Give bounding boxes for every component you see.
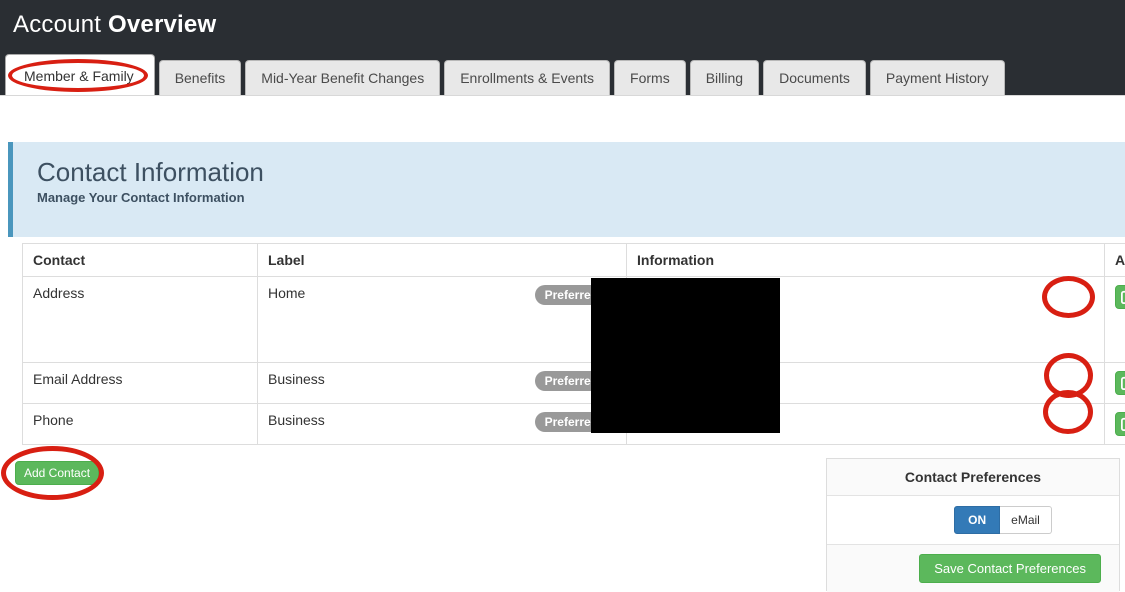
pencil-square-icon [1121, 376, 1125, 390]
table-row-address: Address Home Preferred [23, 277, 1125, 363]
cell-label: Business Preferred [258, 404, 627, 445]
cell-actions [1105, 277, 1125, 363]
account-overview-page: Account Overview Member & Family Benefit… [0, 0, 1125, 592]
contact-preferences-save-row: Save Contact Preferences [827, 545, 1119, 592]
save-contact-preferences-button[interactable]: Save Contact Preferences [919, 554, 1101, 583]
toggle-email-button[interactable]: eMail [1000, 506, 1052, 534]
tab-label: Documents [779, 70, 850, 86]
toggle-on-button[interactable]: ON [954, 506, 1000, 534]
contact-preferences-toggle-row: ON eMail [827, 496, 1119, 545]
tab-mid-year-benefit-changes[interactable]: Mid-Year Benefit Changes [245, 60, 440, 95]
contacts-table: Contact Label Information Actions Addres… [22, 243, 1125, 445]
tab-label: Benefits [175, 70, 226, 86]
column-header-information: Information [627, 244, 1105, 277]
tab-payment-history[interactable]: Payment History [870, 60, 1005, 95]
page-header: Account Overview Member & Family Benefit… [0, 0, 1125, 96]
cell-label: Business Preferred [258, 363, 627, 404]
label-text: Business [268, 412, 325, 428]
tab-forms[interactable]: Forms [614, 60, 686, 95]
page-title-regular: Account [13, 11, 101, 38]
column-header-contact: Contact [23, 244, 258, 277]
tab-label: Mid-Year Benefit Changes [261, 70, 424, 86]
section-subtitle: Manage Your Contact Information [37, 190, 1125, 205]
pencil-square-icon [1121, 417, 1125, 431]
table-header-row: Contact Label Information Actions [23, 244, 1125, 277]
tab-label: Enrollments & Events [460, 70, 594, 86]
tab-label: Forms [630, 70, 670, 86]
email-toggle-group: ON eMail [954, 506, 1052, 534]
edit-contact-button[interactable] [1115, 371, 1125, 395]
label-text: Home [268, 285, 305, 301]
tab-label: Payment History [886, 70, 989, 86]
contact-information-banner: Contact Information Manage Your Contact … [8, 142, 1125, 237]
cell-contact-type: Address [23, 277, 258, 363]
edit-contact-button[interactable] [1115, 412, 1125, 436]
add-contact-button[interactable]: Add Contact [15, 461, 99, 485]
redacted-information-block [591, 278, 780, 433]
page-title: Account Overview [13, 11, 216, 39]
tab-enrollments-events[interactable]: Enrollments & Events [444, 60, 610, 95]
cell-contact-type: Phone [23, 404, 258, 445]
page-title-bold: Overview [108, 11, 216, 38]
column-header-label: Label [258, 244, 627, 277]
pencil-square-icon [1121, 290, 1125, 304]
section-title: Contact Information [37, 158, 1125, 187]
tab-benefits[interactable]: Benefits [159, 60, 242, 95]
table-row-email: Email Address Business Preferred [23, 363, 1125, 404]
tab-member-family[interactable]: Member & Family [5, 54, 155, 95]
tab-label: Member & Family [24, 68, 134, 84]
tab-billing[interactable]: Billing [690, 60, 759, 95]
contact-preferences-panel: Contact Preferences ON eMail Save Contac… [826, 458, 1120, 591]
cell-contact-type: Email Address [23, 363, 258, 404]
tab-bar: Member & Family Benefits Mid-Year Benefi… [5, 54, 1005, 95]
cell-label: Home Preferred [258, 277, 627, 363]
table-row-phone: Phone Business Preferred [23, 404, 1125, 445]
cell-actions [1105, 404, 1125, 445]
tab-label: Billing [706, 70, 743, 86]
column-header-actions: Actions [1105, 244, 1125, 277]
edit-contact-button[interactable] [1115, 285, 1125, 309]
label-text: Business [268, 371, 325, 387]
contact-preferences-title: Contact Preferences [827, 459, 1119, 496]
tab-documents[interactable]: Documents [763, 60, 866, 95]
cell-actions [1105, 363, 1125, 404]
